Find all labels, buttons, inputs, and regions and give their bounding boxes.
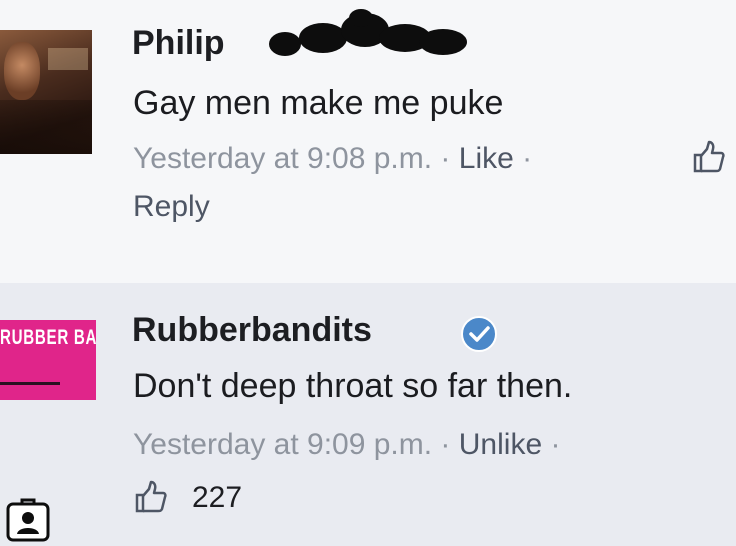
avatar-rubberbandits[interactable]: RUBBER BANDITS	[0, 320, 96, 400]
meta-separator: ·	[522, 142, 533, 175]
comment-author[interactable]: Philip	[132, 24, 225, 63]
thumbs-up-icon[interactable]	[134, 480, 168, 514]
thumbs-up-icon[interactable]	[692, 140, 726, 174]
comment-text: Don't deep throat so far then.	[133, 367, 573, 405]
comment-meta: Yesterday at 9:08 p.m. · Like ·	[133, 142, 532, 176]
meta-separator: ·	[440, 428, 451, 461]
unlike-link[interactable]: Unlike	[459, 428, 542, 461]
comment-timestamp[interactable]: Yesterday at 9:08 p.m.	[133, 142, 432, 175]
like-count[interactable]: 227	[192, 481, 242, 515]
comment-meta: Yesterday at 9:09 p.m. · Unlike ·	[133, 428, 560, 462]
meta-separator: ·	[440, 142, 451, 175]
meta-separator: ·	[550, 428, 561, 461]
avatar-logo-text: RUBBER BANDITS	[0, 326, 96, 349]
verified-badge-icon	[461, 316, 497, 352]
comment-philip: Philip Gay men make me puke Yesterday at…	[0, 0, 736, 283]
comment-text: Gay men make me puke	[133, 84, 504, 122]
comment-author[interactable]: Rubberbandits	[132, 311, 372, 350]
like-link[interactable]: Like	[459, 142, 514, 175]
redaction-scribble	[269, 9, 467, 56]
comment-timestamp[interactable]: Yesterday at 9:09 p.m.	[133, 428, 432, 461]
profile-icon[interactable]	[6, 496, 50, 542]
reply-link[interactable]: Reply	[133, 190, 210, 224]
avatar-philip[interactable]	[0, 30, 92, 154]
